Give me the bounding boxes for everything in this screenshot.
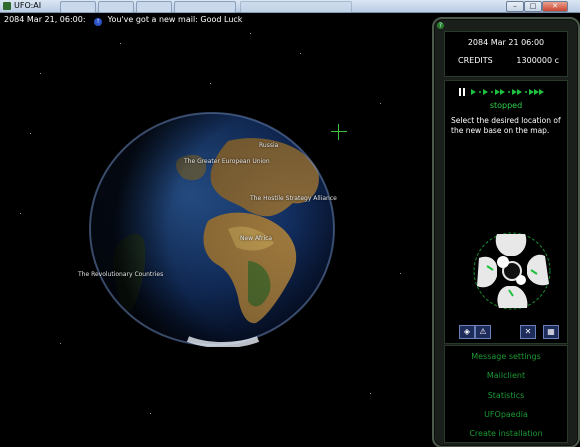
game-datetime: 2084 Mar 21, 06:00: bbox=[4, 15, 86, 24]
date-credits-box: 2084 Mar 21 06:00 CREDITS 1300000 c bbox=[444, 31, 568, 77]
geoscape-menu: Message settings Mailclient Statistics U… bbox=[444, 345, 568, 443]
ufo-emblem-logo bbox=[467, 226, 557, 316]
region-label[interactable]: The Hostile Strategy Alliance bbox=[250, 195, 337, 202]
info-box: stopped Select the desired location of t… bbox=[444, 80, 568, 344]
taskbar-tab[interactable] bbox=[136, 1, 172, 13]
region-label[interactable]: The Revolutionary Countries bbox=[78, 271, 163, 278]
window-titlebar: UFO:AI – □ ✕ bbox=[0, 0, 580, 13]
geoscape-view[interactable]: 2084 Mar 21, 06:00: ! You've got a new m… bbox=[0, 13, 580, 447]
grid-icon[interactable]: ▦ bbox=[543, 325, 559, 339]
crosshair-cursor bbox=[331, 124, 347, 140]
geoscape-side-panel: ? 2084 Mar 21 06:00 CREDITS 1300000 c st… bbox=[432, 17, 580, 447]
earth-globe[interactable]: Russia The Greater European Union The Ho… bbox=[78, 111, 346, 347]
region-label[interactable]: The Greater European Union bbox=[184, 158, 270, 165]
instruction-message: Select the desired location of the new b… bbox=[451, 116, 561, 135]
maximize-button[interactable]: □ bbox=[524, 1, 542, 12]
base-icon[interactable]: ◈ bbox=[459, 325, 475, 339]
taskbar-tab[interactable] bbox=[98, 1, 134, 13]
mail-icon[interactable]: ! bbox=[94, 18, 103, 26]
menu-ufopaedia[interactable]: UFOpaedia bbox=[445, 410, 567, 419]
taskbar-tab[interactable] bbox=[240, 1, 352, 13]
menu-message-settings[interactable]: Message settings bbox=[445, 352, 567, 361]
credits-value: 1300000 c bbox=[516, 56, 559, 65]
pause-icon[interactable] bbox=[459, 88, 466, 96]
taskbar-tab[interactable] bbox=[174, 1, 236, 13]
panel-date: 2084 Mar 21 06:00 bbox=[467, 38, 545, 47]
region-label[interactable]: Russia bbox=[259, 142, 278, 149]
credits-label: CREDITS bbox=[458, 56, 493, 65]
app-icon bbox=[3, 2, 11, 10]
window-title: UFO:AI bbox=[14, 1, 42, 10]
taskbar-tab[interactable] bbox=[60, 1, 96, 13]
team-icon[interactable]: ⚠ bbox=[475, 325, 491, 339]
region-label[interactable]: New Africa bbox=[240, 235, 272, 242]
mail-message[interactable]: You've got a new mail: Good Luck bbox=[108, 15, 243, 24]
speed-1-icon[interactable] bbox=[471, 89, 476, 95]
time-status: stopped bbox=[489, 101, 523, 110]
speed-2-icon[interactable] bbox=[483, 89, 488, 95]
cross-icon[interactable]: ✕ bbox=[520, 325, 536, 339]
minimize-button[interactable]: – bbox=[506, 1, 524, 12]
menu-statistics[interactable]: Statistics bbox=[445, 391, 567, 400]
menu-mailclient[interactable]: Mailclient bbox=[445, 371, 567, 380]
help-icon[interactable]: ? bbox=[437, 22, 444, 29]
notification-bar: 2084 Mar 21, 06:00: ! You've got a new m… bbox=[4, 15, 242, 26]
menu-create-installation[interactable]: Create installation bbox=[445, 429, 567, 438]
close-button[interactable]: ✕ bbox=[542, 1, 568, 12]
